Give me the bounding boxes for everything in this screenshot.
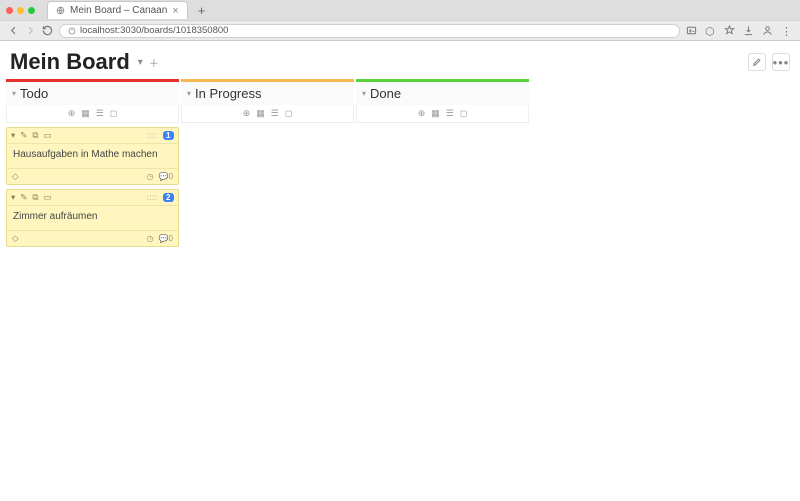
column-header[interactable]: ▾ In Progress xyxy=(181,79,354,105)
list-icon[interactable]: ☰ xyxy=(446,108,454,119)
bookmark-icon[interactable] xyxy=(724,25,735,36)
columns-container: ▾ Todo ⊕ ▦ ☰ ◻ ▾ ✎ ⧉ ▭ :::: 1 Haus xyxy=(0,79,800,251)
page-icon[interactable]: ▭ xyxy=(43,130,51,141)
drag-handle-icon[interactable]: :::: xyxy=(147,131,158,140)
column-done: ▾ Done ⊕ ▦ ☰ ◻ xyxy=(356,79,529,251)
column-header[interactable]: ▾ Done xyxy=(356,79,529,105)
card-text: Zimmer aufräumen xyxy=(7,206,178,230)
pencil-icon[interactable]: ✎ xyxy=(20,192,27,203)
image-icon[interactable]: ▦ xyxy=(81,108,90,119)
dots-icon: ••• xyxy=(773,55,790,70)
column-actions: ⊕ ▦ ☰ ◻ xyxy=(356,105,529,123)
board-title: Mein Board xyxy=(10,49,130,75)
tag-icon[interactable]: ◇ xyxy=(12,171,19,182)
downloads-icon[interactable] xyxy=(743,25,754,36)
close-window-icon[interactable] xyxy=(6,7,13,14)
card-badge: 1 xyxy=(163,131,174,140)
chevron-down-icon[interactable]: ▾ xyxy=(11,130,15,141)
browser-tabbar: Mein Board – Canaan × + xyxy=(0,0,800,20)
column-todo: ▾ Todo ⊕ ▦ ☰ ◻ ▾ ✎ ⧉ ▭ :::: 1 Haus xyxy=(6,79,179,251)
forward-icon[interactable] xyxy=(25,25,36,36)
addrbar-right: ⬡ ⋮ xyxy=(686,25,792,36)
new-tab-button[interactable]: + xyxy=(192,3,212,18)
card-badge: 2 xyxy=(163,193,174,202)
clock-icon: ◷ xyxy=(147,234,154,243)
board-title-controls: ▾ ＋ xyxy=(138,55,159,70)
drag-handle-icon[interactable]: :::: xyxy=(147,193,158,202)
site-info-icon[interactable] xyxy=(68,27,76,35)
card-footer: ◇ ◷ 💬0 xyxy=(7,168,178,184)
list-icon[interactable]: ☰ xyxy=(271,108,279,119)
comments-count[interactable]: 💬0 xyxy=(159,234,173,243)
add-card-icon[interactable]: ⊕ xyxy=(68,108,76,119)
card-toolbar: ▾ ✎ ⧉ ▭ :::: 2 xyxy=(7,190,178,206)
profile-icon[interactable] xyxy=(762,25,773,36)
browser-menu-icon[interactable]: ⋮ xyxy=(781,25,792,36)
add-card-icon[interactable]: ⊕ xyxy=(418,108,426,119)
label-icon[interactable]: ◻ xyxy=(110,108,117,119)
card-toolbar: ▾ ✎ ⧉ ▭ :::: 1 xyxy=(7,128,178,144)
column-actions: ⊕ ▦ ☰ ◻ xyxy=(6,105,179,123)
clock-icon: ◷ xyxy=(147,172,154,181)
tag-icon[interactable]: ◇ xyxy=(12,233,19,244)
copy-icon[interactable]: ⧉ xyxy=(32,130,38,141)
add-card-icon[interactable]: ⊕ xyxy=(243,108,251,119)
tab-title: Mein Board – Canaan xyxy=(70,5,167,16)
browser-tab[interactable]: Mein Board – Canaan × xyxy=(47,1,188,19)
minimize-window-icon[interactable] xyxy=(17,7,24,14)
card[interactable]: ▾ ✎ ⧉ ▭ :::: 1 Hausaufgaben in Mathe mac… xyxy=(6,127,179,185)
column-title: Done xyxy=(370,86,401,101)
window-traffic-lights xyxy=(6,7,35,14)
list-icon[interactable]: ☰ xyxy=(96,108,104,119)
add-column-icon[interactable]: ＋ xyxy=(149,55,159,70)
board-more-button[interactable]: ••• xyxy=(772,53,790,71)
column-title: In Progress xyxy=(195,86,261,101)
comments-count[interactable]: 💬0 xyxy=(159,172,173,181)
url-text: localhost:3030/boards/1018350800 xyxy=(80,25,671,36)
copy-icon[interactable]: ⧉ xyxy=(32,192,38,203)
column-in-progress: ▾ In Progress ⊕ ▦ ☰ ◻ xyxy=(181,79,354,251)
chevron-down-icon[interactable]: ▾ xyxy=(362,89,366,98)
column-header[interactable]: ▾ Todo xyxy=(6,79,179,105)
translate-icon[interactable] xyxy=(686,25,697,36)
image-icon[interactable]: ▦ xyxy=(256,108,265,119)
reload-icon[interactable] xyxy=(42,25,53,36)
column-title: Todo xyxy=(20,86,48,101)
board-header-right: ••• xyxy=(748,53,790,71)
card-footer: ◇ ◷ 💬0 xyxy=(7,230,178,246)
card-text: Hausaufgaben in Mathe machen xyxy=(7,144,178,168)
browser-address-bar: localhost:3030/boards/1018350800 ⬡ ⋮ xyxy=(0,20,800,40)
chevron-down-icon[interactable]: ▾ xyxy=(11,192,15,203)
maximize-window-icon[interactable] xyxy=(28,7,35,14)
pencil-icon xyxy=(752,57,762,67)
chevron-down-icon[interactable]: ▾ xyxy=(12,89,16,98)
board-header: Mein Board ▾ ＋ ••• xyxy=(0,41,800,79)
label-icon[interactable]: ◻ xyxy=(285,108,292,119)
card[interactable]: ▾ ✎ ⧉ ▭ :::: 2 Zimmer aufräumen ◇ ◷ 💬0 xyxy=(6,189,179,247)
browser-chrome: Mein Board – Canaan × + localhost:3030/b… xyxy=(0,0,800,41)
column-actions: ⊕ ▦ ☰ ◻ xyxy=(181,105,354,123)
close-tab-icon[interactable]: × xyxy=(172,5,178,17)
edit-board-button[interactable] xyxy=(748,53,766,71)
image-icon[interactable]: ▦ xyxy=(431,108,440,119)
url-input[interactable]: localhost:3030/boards/1018350800 xyxy=(59,24,680,38)
board-menu-icon[interactable]: ▾ xyxy=(138,57,143,68)
back-icon[interactable] xyxy=(8,25,19,36)
label-icon[interactable]: ◻ xyxy=(460,108,467,119)
page-root: Mein Board ▾ ＋ ••• ▾ Todo ⊕ ▦ ☰ ◻ xyxy=(0,41,800,501)
extensions-icon[interactable]: ⬡ xyxy=(705,25,716,36)
globe-icon xyxy=(56,6,65,15)
chevron-down-icon[interactable]: ▾ xyxy=(187,89,191,98)
pencil-icon[interactable]: ✎ xyxy=(20,130,27,141)
page-icon[interactable]: ▭ xyxy=(43,192,51,203)
